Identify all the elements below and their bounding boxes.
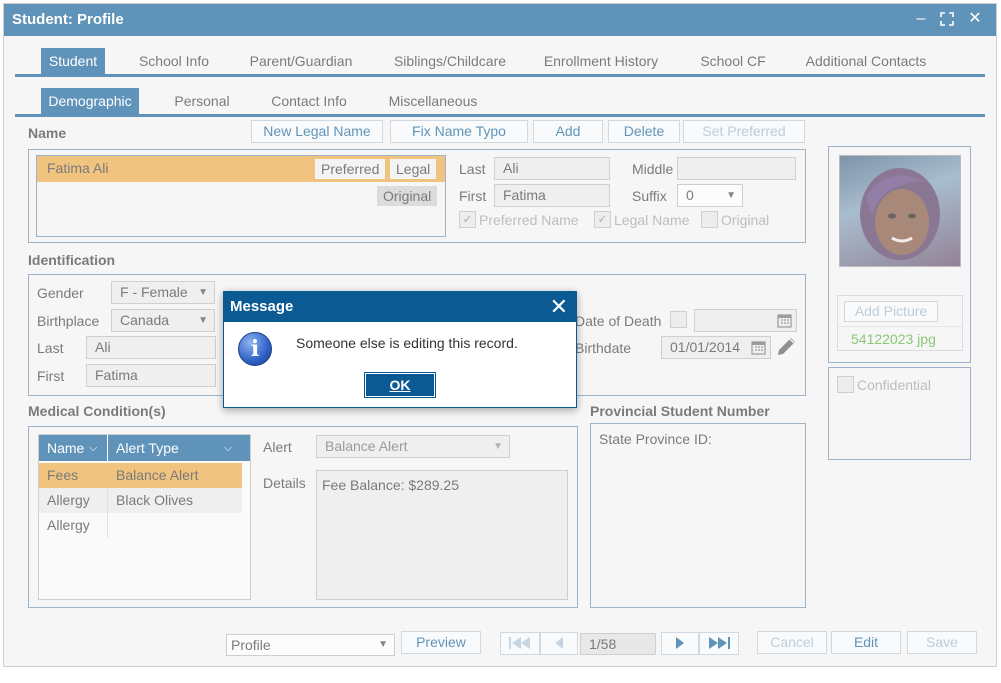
dialog-message: Someone else is editing this record. [296, 335, 518, 351]
dialog-title: Message [230, 298, 294, 315]
message-dialog: Message ✕ i Someone else is editing this… [223, 291, 577, 408]
info-icon: i [238, 332, 272, 366]
ok-button[interactable]: OK [364, 372, 436, 398]
dialog-header: Message ✕ [224, 292, 576, 322]
close-icon[interactable]: ✕ [550, 294, 568, 320]
